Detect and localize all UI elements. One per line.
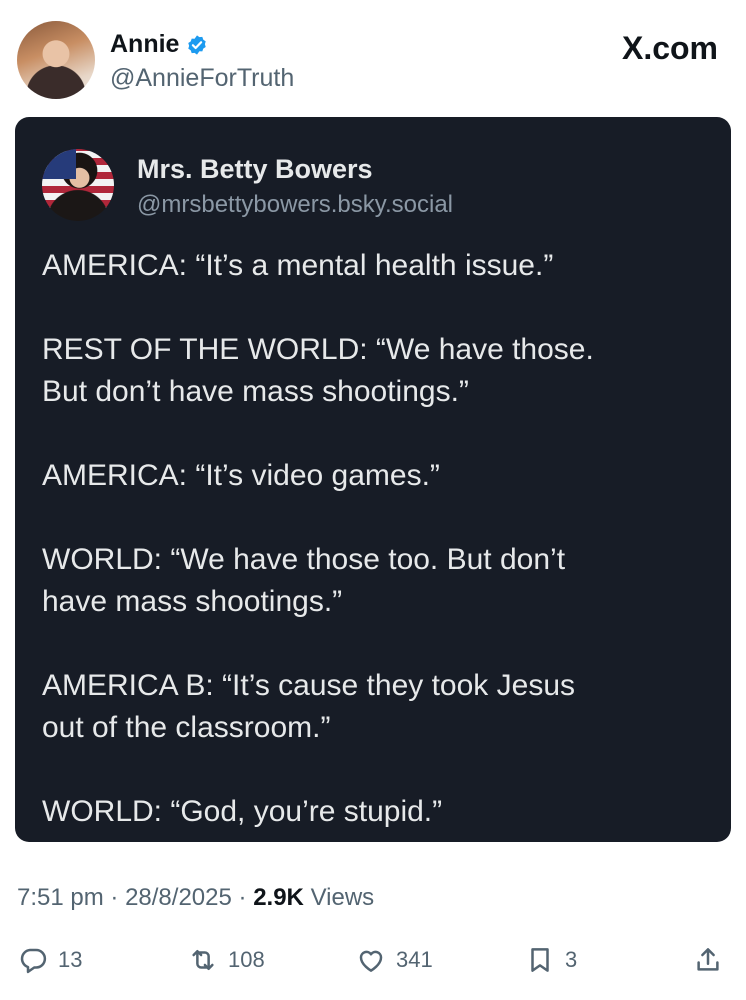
like-icon (359, 950, 383, 972)
post-header: Annie @AnnieForTruth X.com (0, 0, 746, 110)
verified-badge-icon (188, 34, 207, 55)
post-paragraph: REST OF THE WORLD: “We have those. But d… (42, 333, 594, 408)
post-paragraph: AMERICA: “It’s video games.” (42, 459, 440, 492)
like-count: 341 (396, 947, 433, 972)
post-paragraph: AMERICA B: “It’s cause they took Jesus o… (42, 669, 575, 744)
meta-separator: · (238, 884, 254, 911)
brand-logo: X.com (621, 30, 718, 66)
repost-button[interactable]: 108 (188, 940, 265, 980)
reply-icon (20, 948, 47, 974)
action-bar: 13 108 341 3 (0, 940, 746, 980)
author-name[interactable]: Annie (110, 30, 179, 59)
views-label: Views (310, 884, 375, 911)
quoted-post-text: AMERICA: “It’s a mental health issue.” R… (42, 245, 712, 875)
author-name-row: Annie (110, 30, 208, 59)
quoted-post-card[interactable]: Mrs. Betty Bowers @mrsbettybowers.bsky.s… (15, 117, 731, 842)
author-handle[interactable]: @AnnieForTruth (110, 64, 294, 93)
post-time[interactable]: 7:51 pm (17, 884, 104, 911)
author-avatar[interactable] (17, 21, 95, 99)
bookmark-button[interactable]: 3 (525, 940, 577, 980)
repost-count: 108 (228, 947, 265, 972)
quoted-author-avatar[interactable] (42, 149, 114, 221)
reply-button[interactable]: 13 (18, 940, 82, 980)
post-paragraph: WORLD: “We have those too. But don’t hav… (42, 543, 566, 618)
repost-icon (192, 950, 214, 970)
reply-count: 13 (58, 947, 83, 972)
views-count: 2.9K (253, 884, 304, 911)
post-date[interactable]: 28/8/2025 (125, 884, 232, 911)
bookmark-icon (531, 948, 549, 972)
quoted-author-name[interactable]: Mrs. Betty Bowers (137, 154, 373, 185)
post-meta: 7:51 pm · 28/8/2025 · 2.9K Views (17, 884, 374, 912)
like-button[interactable]: 341 (356, 940, 433, 980)
flag-stars (42, 149, 76, 179)
quoted-author-handle[interactable]: @mrsbettybowers.bsky.social (137, 191, 453, 219)
bookmark-count: 3 (565, 947, 578, 972)
share-button[interactable] (693, 940, 723, 980)
meta-separator: · (110, 884, 126, 911)
post-paragraph: WORLD: “God, you’re stupid.” (42, 795, 443, 828)
share-icon (697, 948, 719, 971)
post-paragraph: AMERICA: “It’s a mental health issue.” (42, 249, 554, 282)
